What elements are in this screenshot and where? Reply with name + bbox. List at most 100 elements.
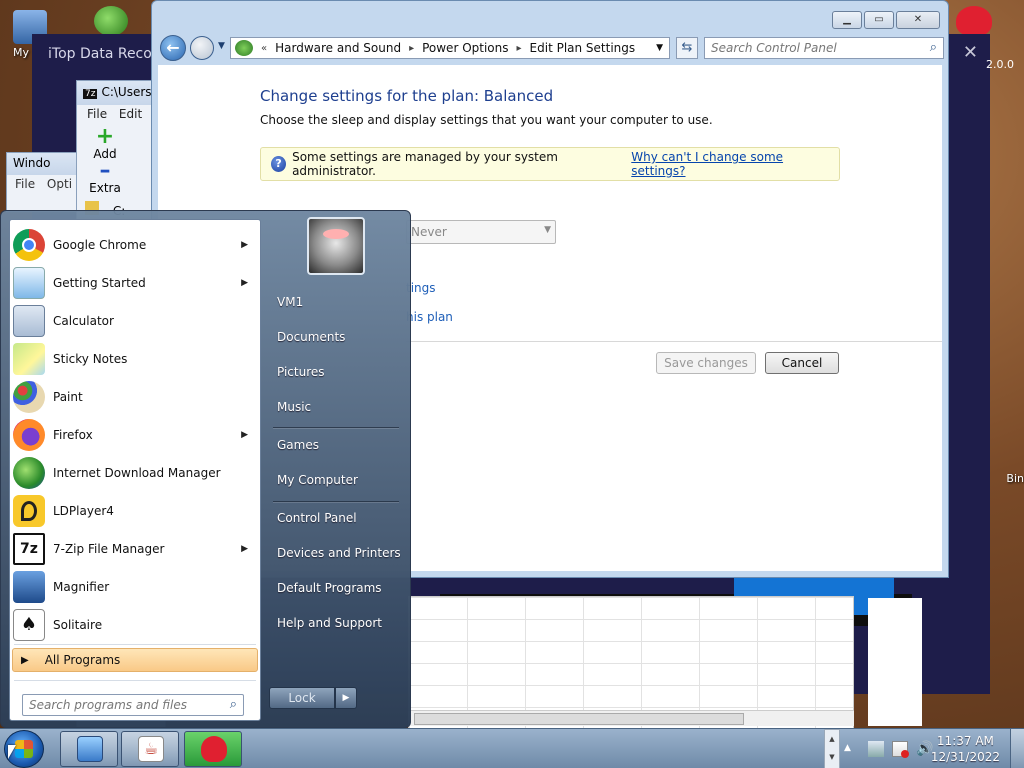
search-icon[interactable]: ⌕ [230, 697, 237, 712]
itop-version: 2.0.0 [986, 58, 1014, 71]
save-changes-button[interactable]: Save changes [656, 352, 756, 374]
start-my-computer[interactable]: My Computer [269, 465, 403, 495]
start-user-vm1[interactable]: VM1 [269, 287, 403, 317]
all-programs-button[interactable]: ▶ All Programs [12, 648, 258, 672]
minus-icon: – [99, 158, 111, 183]
breadcrumb-edit-plan[interactable]: Edit Plan Settings [530, 41, 636, 55]
program-getting-started[interactable]: Getting Started ▶ [10, 264, 260, 302]
chevron-right-icon[interactable]: ▸ [517, 43, 522, 54]
restore-defaults-link[interactable]: his plan [406, 310, 453, 324]
itop-title: iTop Data Recov [48, 46, 161, 62]
calculator-icon [13, 305, 45, 337]
info-text: Some settings are managed by your system… [292, 150, 558, 178]
network-icon[interactable] [868, 741, 884, 757]
sleep-select-value: Never [411, 225, 447, 239]
avatar-highlight [323, 229, 349, 239]
taskbar-java-app[interactable]: ☕ [121, 731, 179, 767]
menu-file[interactable]: File [87, 107, 107, 121]
start-games[interactable]: Games [269, 430, 403, 460]
chevron-right-icon[interactable]: ▶ [241, 278, 248, 288]
address-dropdown-icon[interactable]: ▼ [656, 43, 663, 53]
back-button[interactable]: ← [160, 35, 186, 61]
chevron-right-icon[interactable]: ▶ [241, 430, 248, 440]
horizontal-scrollbar[interactable] [408, 710, 854, 726]
maximize-button[interactable]: ▭ [864, 11, 894, 29]
program-chrome[interactable]: Google Chrome ▶ [10, 226, 260, 264]
minimize-button[interactable]: ▁ [832, 11, 862, 29]
program-paint[interactable]: Paint [10, 378, 260, 416]
program-firefox[interactable]: Firefox ▶ [10, 416, 260, 454]
start-documents[interactable]: Documents [269, 322, 403, 352]
start-search-input[interactable]: Search programs and files ⌕ [22, 694, 244, 716]
volume-icon[interactable]: 🔊 [916, 741, 933, 757]
chevron-left-icon[interactable]: « [261, 43, 267, 54]
add-button[interactable]: + Add [87, 126, 123, 162]
window-title: C:\Users\ [101, 85, 156, 99]
recent-pages-dropdown[interactable]: ▼ [218, 41, 225, 51]
all-programs-label: All Programs [44, 653, 121, 667]
taskbar-antivirus-app[interactable] [184, 731, 242, 767]
breadcrumb-hardware[interactable]: Hardware and Sound [275, 41, 401, 55]
lock-button[interactable]: Lock [269, 687, 335, 709]
close-button[interactable]: ✕ [896, 11, 940, 29]
program-calculator[interactable]: Calculator [10, 302, 260, 340]
why-cant-change-link[interactable]: Why can't I change some settings? [631, 150, 829, 178]
menu-file[interactable]: File [15, 177, 35, 191]
paint-icon [13, 381, 45, 413]
desktop-antivirus-icon[interactable] [956, 6, 992, 36]
menu-edit[interactable]: Edit [119, 107, 142, 121]
antivirus-icon [201, 736, 227, 762]
divider [14, 644, 256, 645]
triangle-right-icon: ▶ [21, 654, 29, 666]
close-icon[interactable]: ✕ [963, 42, 978, 63]
start-devices-printers[interactable]: Devices and Printers [269, 538, 403, 568]
program-7zip[interactable]: 7z 7-Zip File Manager ▶ [10, 530, 260, 568]
clock-date: 12/31/2022 [930, 750, 1000, 764]
menu-options[interactable]: Opti [47, 177, 72, 191]
breadcrumb-power[interactable]: Power Options [422, 41, 508, 55]
search-input[interactable]: Search Control Panel ⌕ [704, 37, 944, 59]
clock[interactable]: 11:37 AM 12/31/2022 [931, 733, 1000, 765]
start-default-programs[interactable]: Default Programs [269, 573, 403, 603]
cancel-button[interactable]: Cancel [765, 352, 839, 374]
program-label: LDPlayer4 [53, 504, 114, 518]
chevron-right-icon[interactable]: ▶ [241, 240, 248, 250]
show-hidden-icons[interactable]: ▲ [844, 743, 851, 753]
start-help-support[interactable]: Help and Support [269, 608, 403, 638]
mouse-cursor-icon [8, 745, 16, 759]
firefox-icon [13, 419, 45, 451]
taskbar-network-app[interactable] [60, 731, 118, 767]
7zip-logo-icon: 7z [83, 89, 98, 99]
forward-button[interactable] [190, 36, 214, 60]
refresh-button[interactable]: ⇆ [676, 37, 698, 59]
program-ldplayer[interactable]: LDPlayer4 [10, 492, 260, 530]
window-title: Windo [7, 153, 85, 175]
start-control-panel[interactable]: Control Panel [269, 503, 403, 533]
chevron-right-icon[interactable]: ▶ [241, 544, 248, 554]
program-label: Magnifier [53, 580, 110, 594]
program-idm[interactable]: Internet Download Manager [10, 454, 260, 492]
avatar[interactable] [307, 217, 365, 275]
program-label: Google Chrome [53, 238, 147, 252]
chevron-right-icon[interactable]: ▸ [409, 43, 414, 54]
scrollbar-thumb[interactable] [414, 713, 744, 725]
divider [273, 427, 399, 428]
show-desktop-button[interactable] [1010, 729, 1024, 768]
start-pictures[interactable]: Pictures [269, 357, 403, 387]
ldplayer-icon [13, 495, 45, 527]
program-magnifier[interactable]: Magnifier [10, 568, 260, 606]
sticky-notes-icon [13, 343, 45, 375]
background-window[interactable]: Windo File Opti [6, 152, 86, 212]
desktop-idm-icon[interactable] [94, 6, 128, 36]
magnifier-icon [13, 571, 45, 603]
extract-label: Extra [89, 181, 121, 195]
start-music[interactable]: Music [269, 392, 403, 422]
flag-alert-icon[interactable] [892, 741, 909, 758]
search-icon[interactable]: ⌕ [930, 40, 937, 55]
extract-button[interactable]: – Extra [87, 158, 123, 196]
breadcrumb[interactable]: « Hardware and Sound ▸ Power Options ▸ E… [230, 37, 670, 59]
shutdown-options-button[interactable]: ▶ [335, 687, 357, 709]
program-solitaire[interactable]: ♠ Solitaire [10, 606, 260, 644]
program-sticky-notes[interactable]: Sticky Notes [10, 340, 260, 378]
side-panel [868, 598, 922, 726]
